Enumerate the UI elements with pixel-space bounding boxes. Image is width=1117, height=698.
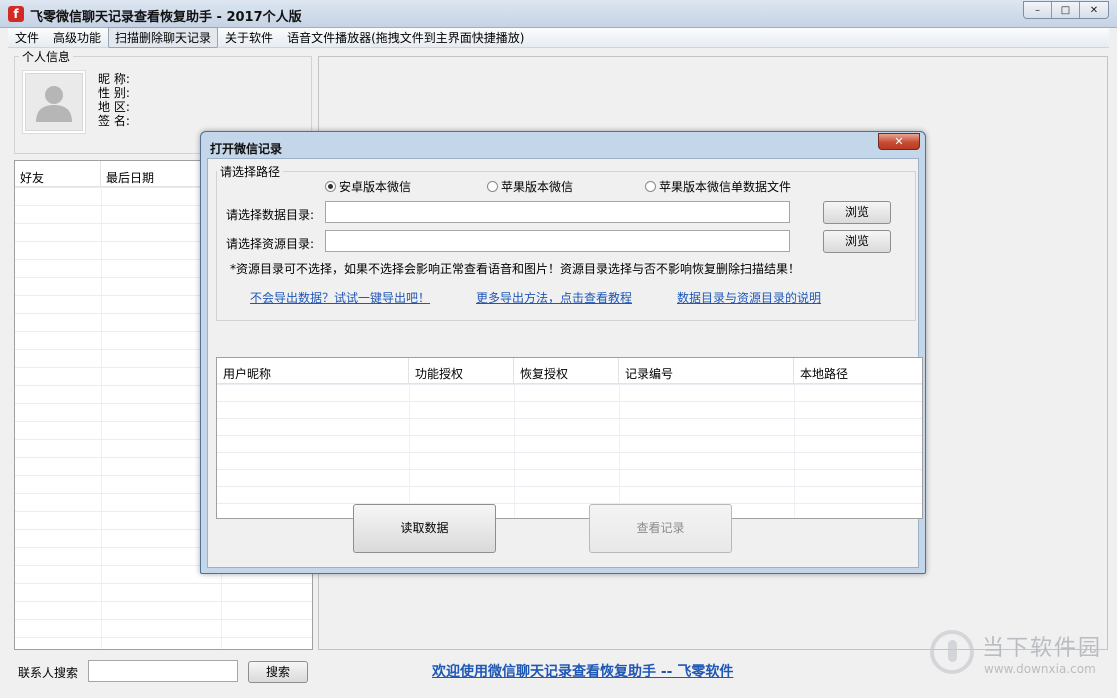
watermark-url: www.downxia.com (984, 662, 1096, 676)
avatar-placeholder (25, 73, 83, 131)
path-group-title: 请选择路径 (217, 163, 284, 180)
title-bar: f 飞零微信聊天记录查看恢复助手 - 2017个人版 – □ ✕ (0, 0, 1117, 28)
menu-bar: 文件 高级功能 扫描删除聊天记录 关于软件 语音文件播放器(拖拽文件到主界面快捷… (8, 27, 1109, 48)
radio-ios-single-file-label: 苹果版本微信单数据文件 (659, 180, 792, 194)
profile-group-title: 个人信息 (19, 48, 74, 65)
res-dir-input[interactable] (325, 230, 790, 252)
nickname-label: 昵 称: (98, 72, 130, 86)
avatar (22, 70, 86, 134)
column-header-recovery-license[interactable]: 恢复授权 (514, 358, 619, 383)
menu-advanced[interactable]: 高级功能 (46, 27, 108, 48)
resource-dir-note: *资源目录可不选择，如果不选择会影响正常查看语音和图片！资源目录选择与否不影响恢… (230, 262, 801, 276)
welcome-link[interactable]: 欢迎使用微信聊天记录查看恢复助手 -- 飞零软件 (432, 661, 733, 681)
radio-android-label: 安卓版本微信 (339, 180, 412, 194)
dialog-title: 打开微信记录 (210, 142, 283, 156)
column-header-record-id[interactable]: 记录编号 (619, 358, 794, 383)
menu-voice-player[interactable]: 语音文件播放器(拖拽文件到主界面快捷播放) (280, 27, 531, 48)
one-click-export-link[interactable]: 不会导出数据？试试一键导出吧！ (250, 289, 430, 306)
view-records-button[interactable]: 查看记录 (589, 504, 732, 553)
signature-label: 签 名: (98, 114, 130, 128)
app-icon: f (8, 6, 24, 22)
window-title: 飞零微信聊天记录查看恢复助手 - 2017个人版 (30, 10, 302, 25)
browse-res-dir-button[interactable]: 浏览 (823, 230, 891, 253)
gender-label: 性 别: (98, 86, 130, 100)
search-button[interactable]: 搜索 (248, 661, 308, 683)
menu-about[interactable]: 关于软件 (218, 27, 280, 48)
radio-android-indicator[interactable] (325, 181, 336, 192)
radio-ios-label: 苹果版本微信 (501, 180, 574, 194)
maximize-button[interactable]: □ (1052, 2, 1080, 18)
directory-help-link[interactable]: 数据目录与资源目录的说明 (677, 289, 821, 306)
data-dir-label: 请选择数据目录: (226, 208, 315, 222)
menu-file[interactable]: 文件 (8, 27, 46, 48)
radio-ios[interactable]: 苹果版本微信 (487, 178, 573, 195)
column-header-nickname[interactable]: 用户昵称 (217, 358, 409, 383)
radio-ios-single-file[interactable]: 苹果版本微信单数据文件 (645, 178, 791, 195)
region-label: 地 区: (98, 100, 130, 114)
dialog-body: 请选择路径 安卓版本微信 苹果版本微信 苹果版本微信单数据文件 请选择数据目录:… (207, 158, 923, 568)
records-table[interactable]: 用户昵称 功能授权 恢复授权 记录编号 本地路径 (216, 357, 923, 519)
read-data-button[interactable]: 读取数据 (353, 504, 496, 553)
menu-scan-deleted[interactable]: 扫描删除聊天记录 (108, 27, 219, 48)
browse-data-dir-button[interactable]: 浏览 (823, 201, 891, 224)
radio-android[interactable]: 安卓版本微信 (325, 178, 411, 195)
records-table-rows (217, 384, 922, 518)
watermark-text: 当下软件园 (982, 636, 1103, 661)
column-header-local-path[interactable]: 本地路径 (794, 358, 922, 383)
radio-ios-single-file-indicator[interactable] (645, 181, 656, 192)
user-silhouette-icon (36, 86, 72, 122)
records-table-header: 用户昵称 功能授权 恢复授权 记录编号 本地路径 (217, 358, 922, 384)
window-controls: – □ ✕ (1023, 1, 1109, 19)
open-records-dialog: 打开微信记录 ✕ 请选择路径 安卓版本微信 苹果版本微信 苹果版本微信单数据文件… (200, 131, 926, 574)
column-header-friend[interactable]: 好友 (15, 161, 101, 186)
dialog-close-button[interactable]: ✕ (878, 133, 920, 150)
radio-ios-indicator[interactable] (487, 181, 498, 192)
contact-search-label: 联系人搜索 (18, 666, 79, 680)
res-dir-label: 请选择资源目录: (226, 237, 315, 251)
export-tutorial-link[interactable]: 更多导出方法，点击查看教程 (476, 289, 632, 306)
minimize-button[interactable]: – (1024, 2, 1052, 18)
column-header-feature-license[interactable]: 功能授权 (409, 358, 514, 383)
data-dir-input[interactable] (325, 201, 790, 223)
watermark-logo-icon (930, 630, 974, 674)
close-button[interactable]: ✕ (1080, 2, 1108, 18)
contact-search-input[interactable] (88, 660, 238, 682)
